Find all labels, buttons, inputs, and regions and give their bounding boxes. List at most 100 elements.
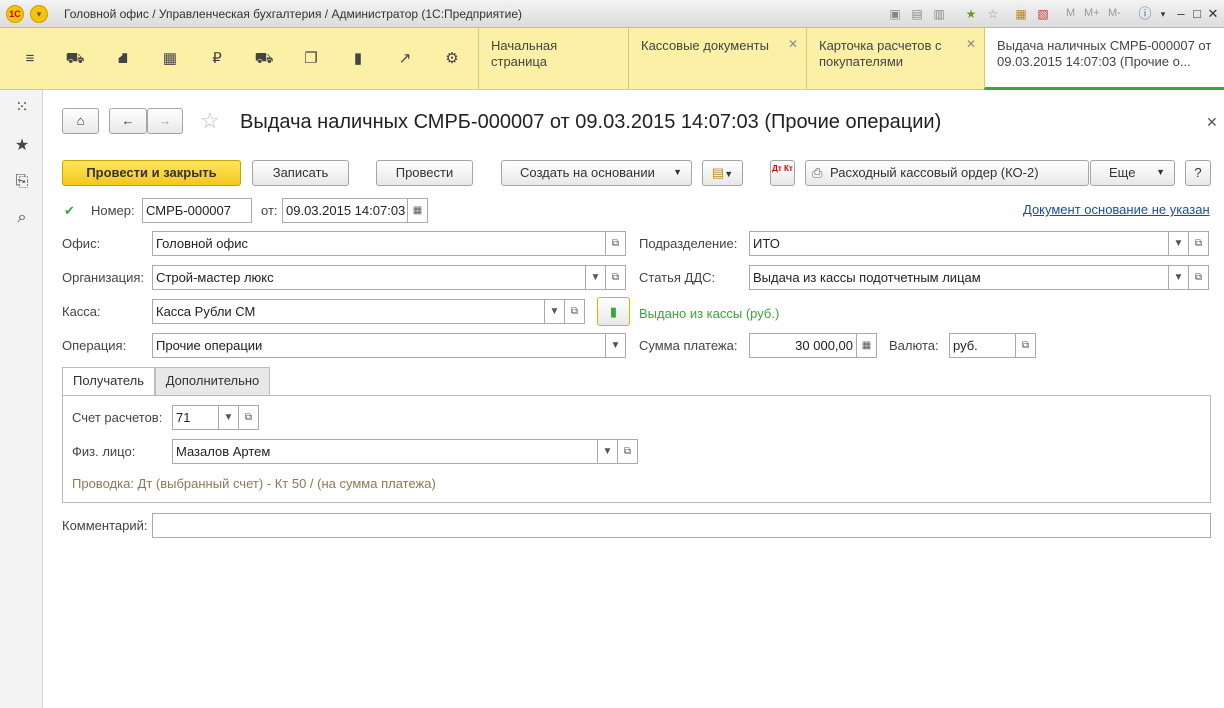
open-icon[interactable]: ⧉ [239, 405, 259, 430]
comment-label: Комментарий: [62, 518, 148, 533]
office-field[interactable]: Головной офис [152, 231, 606, 256]
department-label: Подразделение: [639, 236, 738, 251]
dropdown-arrow-icon[interactable]: ▼ [219, 405, 239, 430]
memory-m[interactable]: M [1066, 7, 1075, 19]
comment-field[interactable] [152, 513, 1211, 538]
settings-gear-icon[interactable]: ⚙ [441, 48, 463, 70]
truck-icon[interactable]: ⛟ [253, 48, 275, 70]
memory-mminus[interactable]: M- [1108, 7, 1121, 19]
search-icon[interactable]: ⌕ [10, 206, 34, 230]
operation-field[interactable]: Прочие операции [152, 333, 606, 358]
posting-note: Проводка: Дт (выбранный счет) - Кт 50 / … [72, 476, 436, 491]
department-field[interactable]: ИТО [749, 231, 1169, 256]
help-button[interactable]: ? [1185, 160, 1211, 186]
section-panel: ≡ ⛟ ⛘ ▦ ₽ ⛟ ❐ ▮ ↗ ⚙ Начальная страница К… [0, 28, 1224, 90]
home-button[interactable]: ⌂ [62, 108, 99, 134]
info-icon[interactable]: ⓘ [1136, 5, 1154, 23]
base-document-link[interactable]: Документ основание не указан [1023, 202, 1210, 217]
cash-label: Касса: [62, 304, 101, 319]
organization-label: Организация: [62, 270, 145, 285]
office-label: Офис: [62, 236, 101, 251]
calendar-icon[interactable]: ▧ [1036, 7, 1050, 21]
operation-label: Операция: [62, 338, 127, 353]
print-cash-order-button[interactable]: ⎙ Расходный кассовый ордер (КО-2) [805, 160, 1089, 186]
dropdown-arrow-icon[interactable]: ▼ [1169, 265, 1189, 290]
apps-grid-icon[interactable]: ⁙ [10, 96, 34, 120]
organization-field[interactable]: Строй-мастер люкс [152, 265, 586, 290]
print-icon[interactable]: ▤ [910, 7, 924, 21]
close-tab-icon[interactable]: ✕ [966, 36, 976, 52]
forward-button[interactable]: → [147, 108, 183, 134]
tab-home[interactable]: Начальная страница [478, 28, 628, 89]
open-icon[interactable]: ⧉ [565, 299, 585, 324]
open-icon[interactable]: ⧉ [618, 439, 638, 464]
calculator-icon[interactable]: ▦ [1014, 7, 1028, 21]
menu-icon[interactable]: ≡ [19, 48, 41, 70]
info-dropdown-icon[interactable]: ▾ [1154, 5, 1172, 23]
bar-chart-icon[interactable]: ▮ [347, 48, 369, 70]
sum-field[interactable]: 30 000,00 [749, 333, 857, 358]
calculator-icon[interactable]: ▦ [857, 333, 877, 358]
cart-icon[interactable]: ⛟ [64, 48, 86, 70]
currency-field[interactable]: руб. [949, 333, 1016, 358]
number-label: Номер: [91, 203, 135, 218]
close-tab-icon[interactable]: ✕ [788, 36, 798, 52]
ruble-icon[interactable]: ₽ [206, 48, 228, 70]
close-form-icon[interactable]: ✕ [1206, 114, 1218, 131]
tab-recipient[interactable]: Получатель [62, 367, 155, 396]
cash-report-button[interactable]: ▮ [597, 297, 630, 326]
dropdown-arrow-icon[interactable]: ▼ [598, 439, 618, 464]
dds-label: Статья ДДС: [639, 270, 716, 285]
sum-label: Сумма платежа: [639, 338, 738, 353]
create-based-on-button[interactable]: Создать на основании ▼ [501, 160, 692, 186]
trend-icon[interactable]: ↗ [394, 48, 416, 70]
open-icon[interactable]: ⧉ [1189, 231, 1209, 256]
person-field[interactable]: Мазалов Артем [172, 439, 598, 464]
printer-icon: ⎙ [812, 165, 823, 180]
currency-label: Валюта: [889, 338, 939, 353]
open-icon[interactable]: ⧉ [1189, 265, 1209, 290]
dropdown-arrow-icon: ▼ [1156, 167, 1165, 177]
preview-icon[interactable]: ▥ [932, 7, 946, 21]
person-label: Физ. лицо: [72, 444, 136, 459]
dtkt-button[interactable]: Дт Кт [770, 160, 795, 186]
dropdown-arrow-icon[interactable]: ▼ [1169, 231, 1189, 256]
open-icon[interactable]: ⧉ [1016, 333, 1036, 358]
favorite-star-icon[interactable]: ☆ [200, 108, 220, 134]
tab-customer-card[interactable]: Карточка расчетов с покупателями ✕ [806, 28, 984, 89]
favorites-add-icon[interactable]: ★ [964, 7, 978, 21]
documents-icon[interactable]: ❐ [300, 48, 322, 70]
dropdown-arrow-icon[interactable]: ▼ [606, 333, 626, 358]
cash-field[interactable]: Касса Рубли СМ [152, 299, 545, 324]
close-window-icon[interactable]: ✕ [1204, 5, 1222, 23]
date-field[interactable]: 09.03.2015 14:07:03 [282, 198, 408, 223]
app-logo-icon[interactable]: 1С [6, 5, 24, 23]
dds-field[interactable]: Выдача из кассы подотчетным лицам [749, 265, 1169, 290]
number-field[interactable]: СМРБ-000007 [142, 198, 252, 223]
bag-icon[interactable]: ⛘ [112, 48, 134, 70]
bookmark-icon[interactable]: ☆ [986, 7, 1000, 21]
main-menu-icon[interactable]: ▾ [30, 5, 48, 23]
save-button[interactable]: Записать [252, 160, 349, 186]
window-title: Головной офис / Управленческая бухгалтер… [64, 7, 523, 21]
tab-cash-out-document[interactable]: Выдача наличных СМРБ-000007 от 09.03.201… [984, 28, 1224, 90]
dropdown-arrow-icon[interactable]: ▼ [545, 299, 565, 324]
back-button[interactable]: ← [109, 108, 147, 134]
dropdown-arrow-icon[interactable]: ▼ [586, 265, 606, 290]
grid-icon[interactable]: ▦ [159, 48, 181, 70]
history-icon[interactable]: ⎘ [10, 170, 34, 194]
open-icon[interactable]: ⧉ [606, 231, 626, 256]
tab-cash-documents[interactable]: Кассовые документы ✕ [628, 28, 806, 89]
tab-additional[interactable]: Дополнительно [155, 367, 270, 395]
memory-mplus[interactable]: M+ [1084, 7, 1100, 19]
post-button[interactable]: Провести [376, 160, 473, 186]
open-icon[interactable]: ⧉ [606, 265, 626, 290]
account-field[interactable]: 71 [172, 405, 219, 430]
favorites-star-icon[interactable]: ★ [10, 134, 34, 158]
save-icon[interactable]: ▣ [888, 7, 902, 21]
more-button[interactable]: Еще ▼ [1090, 160, 1175, 186]
related-documents-button[interactable]: ▤▼ [702, 160, 743, 186]
dropdown-arrow-icon: ▼ [724, 169, 734, 179]
post-and-close-button[interactable]: Провести и закрыть [62, 160, 241, 186]
calendar-icon[interactable]: ▦ [408, 198, 428, 223]
